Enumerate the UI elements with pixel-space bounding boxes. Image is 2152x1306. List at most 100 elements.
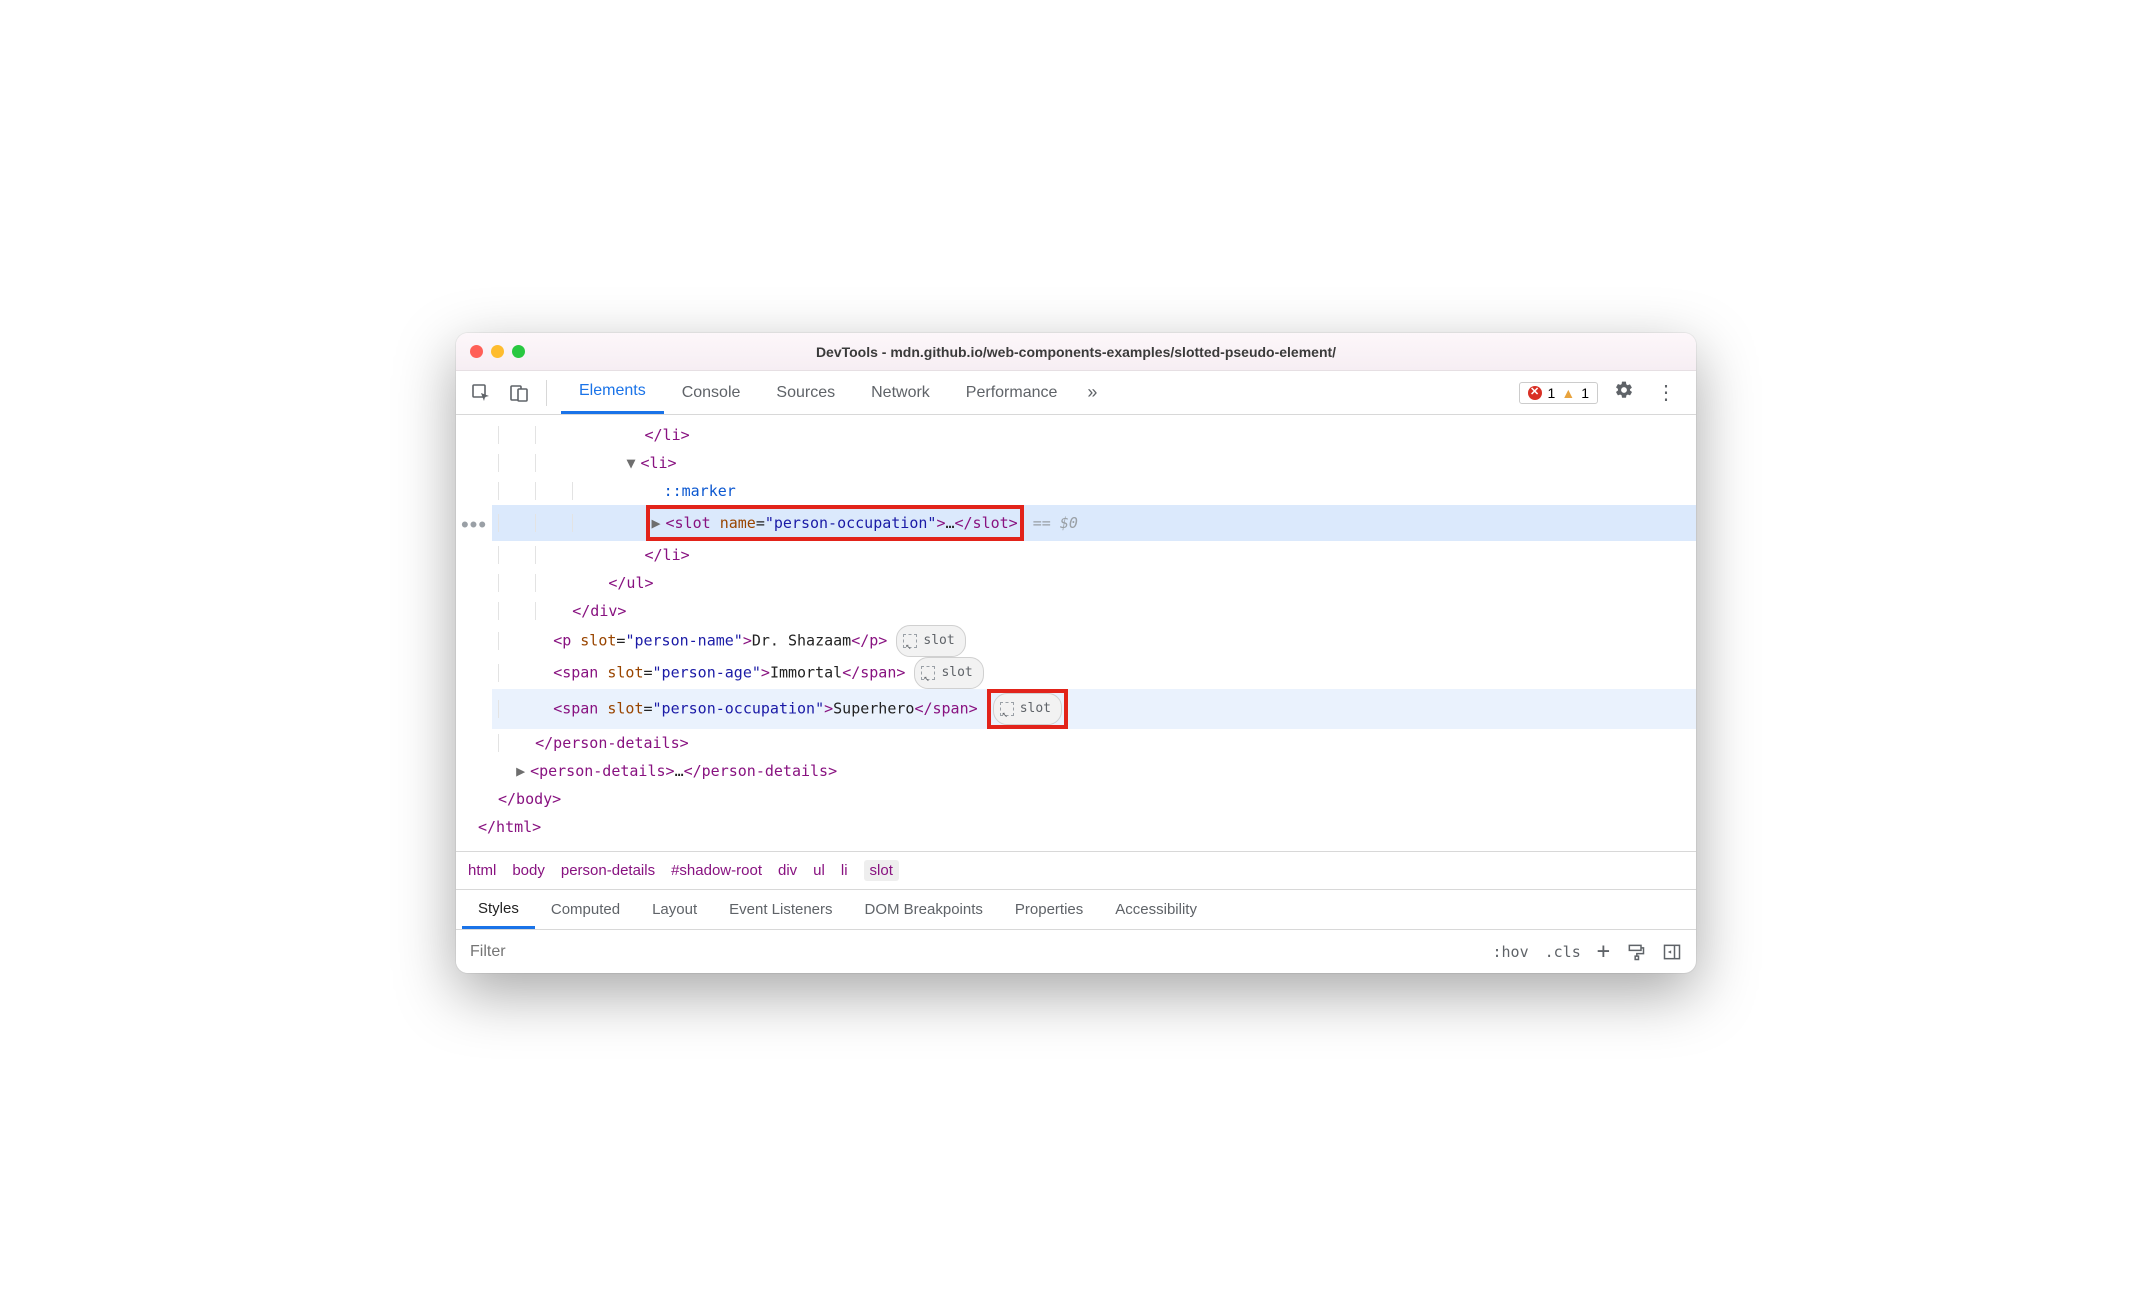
span-close-tag: </span> [842, 664, 905, 682]
subtab-layout[interactable]: Layout [636, 890, 713, 929]
subtab-accessibility[interactable]: Accessibility [1099, 890, 1213, 929]
ul-close-tag: </ul> [608, 574, 653, 592]
more-tabs-icon[interactable]: » [1075, 382, 1109, 403]
attr-name: slot [607, 664, 643, 682]
devtools-window: DevTools - mdn.github.io/web-components-… [456, 333, 1696, 973]
selected-node-row[interactable]: ▶<slot name="person-occupation">…</slot>… [492, 505, 1696, 541]
inspect-element-icon[interactable] [464, 376, 498, 410]
text-content: Superhero [833, 700, 914, 718]
subtab-properties[interactable]: Properties [999, 890, 1099, 929]
li-open-tag: <li> [640, 454, 676, 472]
span-tag: <span [553, 700, 607, 718]
styles-filter-bar: :hov .cls + [456, 929, 1696, 973]
breadcrumb: html body person-details #shadow-root di… [456, 851, 1696, 889]
pill-label: slot [923, 627, 954, 655]
pill-label: slot [941, 659, 972, 687]
dom-tree[interactable]: </li> ▼<li> ::marker ▶<slot name="person… [492, 415, 1696, 851]
p-tag: <p [553, 632, 580, 650]
div-close-tag: </div> [572, 602, 626, 620]
crumb-shadow-root[interactable]: #shadow-root [671, 862, 762, 879]
panel-tabs: Elements Console Sources Network Perform… [561, 371, 1109, 414]
crumb-div[interactable]: div [778, 862, 797, 879]
warning-count: 1 [1581, 385, 1589, 401]
attr-name: name [720, 514, 756, 532]
text-content: Immortal [770, 664, 842, 682]
slot-tag: <slot [666, 514, 711, 532]
html-close-tag: </html> [478, 818, 541, 836]
body-close-tag: </body> [498, 790, 561, 808]
warning-icon: ▲ [1561, 385, 1575, 401]
kebab-menu-icon[interactable]: ⋮ [1650, 380, 1682, 405]
ellipsis: … [675, 762, 684, 780]
row-menu-icon[interactable]: ••• [456, 415, 492, 530]
filter-tools: :hov .cls + [1479, 939, 1697, 964]
separator [546, 380, 547, 406]
filter-input[interactable] [456, 930, 1479, 973]
window-title: DevTools - mdn.github.io/web-components-… [470, 344, 1682, 360]
ellipsis: … [945, 514, 954, 532]
device-toolbar-icon[interactable] [502, 376, 536, 410]
main-toolbar: Elements Console Sources Network Perform… [456, 371, 1696, 415]
window-controls [470, 345, 525, 358]
tab-network[interactable]: Network [853, 371, 948, 414]
hov-toggle[interactable]: :hov [1493, 943, 1529, 961]
subtab-dom-breakpoints[interactable]: DOM Breakpoints [849, 890, 999, 929]
hovered-node-row[interactable]: <span slot="person-occupation">Superhero… [492, 689, 1696, 729]
subtab-event-listeners[interactable]: Event Listeners [713, 890, 848, 929]
span-close-tag: </span> [914, 700, 977, 718]
cls-toggle[interactable]: .cls [1545, 943, 1581, 961]
tab-sources[interactable]: Sources [758, 371, 853, 414]
attr-eq: = [756, 514, 765, 532]
tab-performance[interactable]: Performance [948, 371, 1076, 414]
reveal-icon [1000, 702, 1014, 716]
titlebar: DevTools - mdn.github.io/web-components-… [456, 333, 1696, 371]
reveal-icon [903, 634, 917, 648]
person-details-tag: <person-details> [530, 762, 675, 780]
highlight-box: slot [987, 689, 1068, 729]
text-content: Dr. Shazaam [752, 632, 851, 650]
minimize-window-button[interactable] [491, 345, 504, 358]
highlight-box: ▶<slot name="person-occupation">…</slot> [646, 505, 1024, 541]
crumb-body[interactable]: body [512, 862, 545, 879]
attr-name: slot [607, 700, 643, 718]
crumb-ul[interactable]: ul [813, 862, 825, 879]
crumb-slot[interactable]: slot [864, 860, 899, 881]
expand-icon[interactable]: ▶ [652, 509, 666, 537]
attr-val: "person-occupation" [765, 514, 937, 532]
subtab-styles[interactable]: Styles [462, 890, 535, 929]
slot-reveal-badge[interactable]: slot [896, 625, 965, 657]
attr-name: slot [580, 632, 616, 650]
reveal-icon [921, 666, 935, 680]
slot-reveal-badge[interactable]: slot [993, 693, 1062, 725]
expand-icon[interactable]: ▼ [626, 449, 640, 477]
li-close-tag: </li> [645, 546, 690, 564]
crumb-li[interactable]: li [841, 862, 848, 879]
person-details-close-tag: </person-details> [535, 734, 689, 752]
close-window-button[interactable] [470, 345, 483, 358]
li-close-tag: </li> [645, 426, 690, 444]
paint-brush-icon[interactable] [1626, 942, 1646, 962]
crumb-html[interactable]: html [468, 862, 496, 879]
error-count: 1 [1548, 385, 1556, 401]
eq-dollar-zero: == $0 [1024, 514, 1078, 532]
tab-console[interactable]: Console [664, 371, 759, 414]
new-style-rule-icon[interactable]: + [1597, 939, 1610, 964]
slot-reveal-badge[interactable]: slot [914, 657, 983, 689]
slot-close-tag: </slot> [955, 514, 1018, 532]
toggle-sidebar-icon[interactable] [1662, 942, 1682, 962]
zoom-window-button[interactable] [512, 345, 525, 358]
subtab-computed[interactable]: Computed [535, 890, 636, 929]
tab-elements[interactable]: Elements [561, 371, 664, 414]
span-tag: <span [553, 664, 607, 682]
expand-icon[interactable]: ▶ [516, 757, 530, 785]
person-details-close-tag: </person-details> [684, 762, 838, 780]
attr-val: "person-name" [625, 632, 742, 650]
crumb-person-details[interactable]: person-details [561, 862, 655, 879]
issues-counter[interactable]: ✕ 1 ▲ 1 [1519, 382, 1598, 404]
elements-panel: ••• </li> ▼<li> ::marker ▶<slot name="pe… [456, 415, 1696, 851]
settings-icon[interactable] [1608, 380, 1640, 406]
styles-tabs: Styles Computed Layout Event Listeners D… [456, 889, 1696, 929]
pseudo-marker[interactable]: ::marker [664, 482, 736, 500]
pill-label: slot [1020, 695, 1051, 723]
error-icon: ✕ [1528, 386, 1542, 400]
